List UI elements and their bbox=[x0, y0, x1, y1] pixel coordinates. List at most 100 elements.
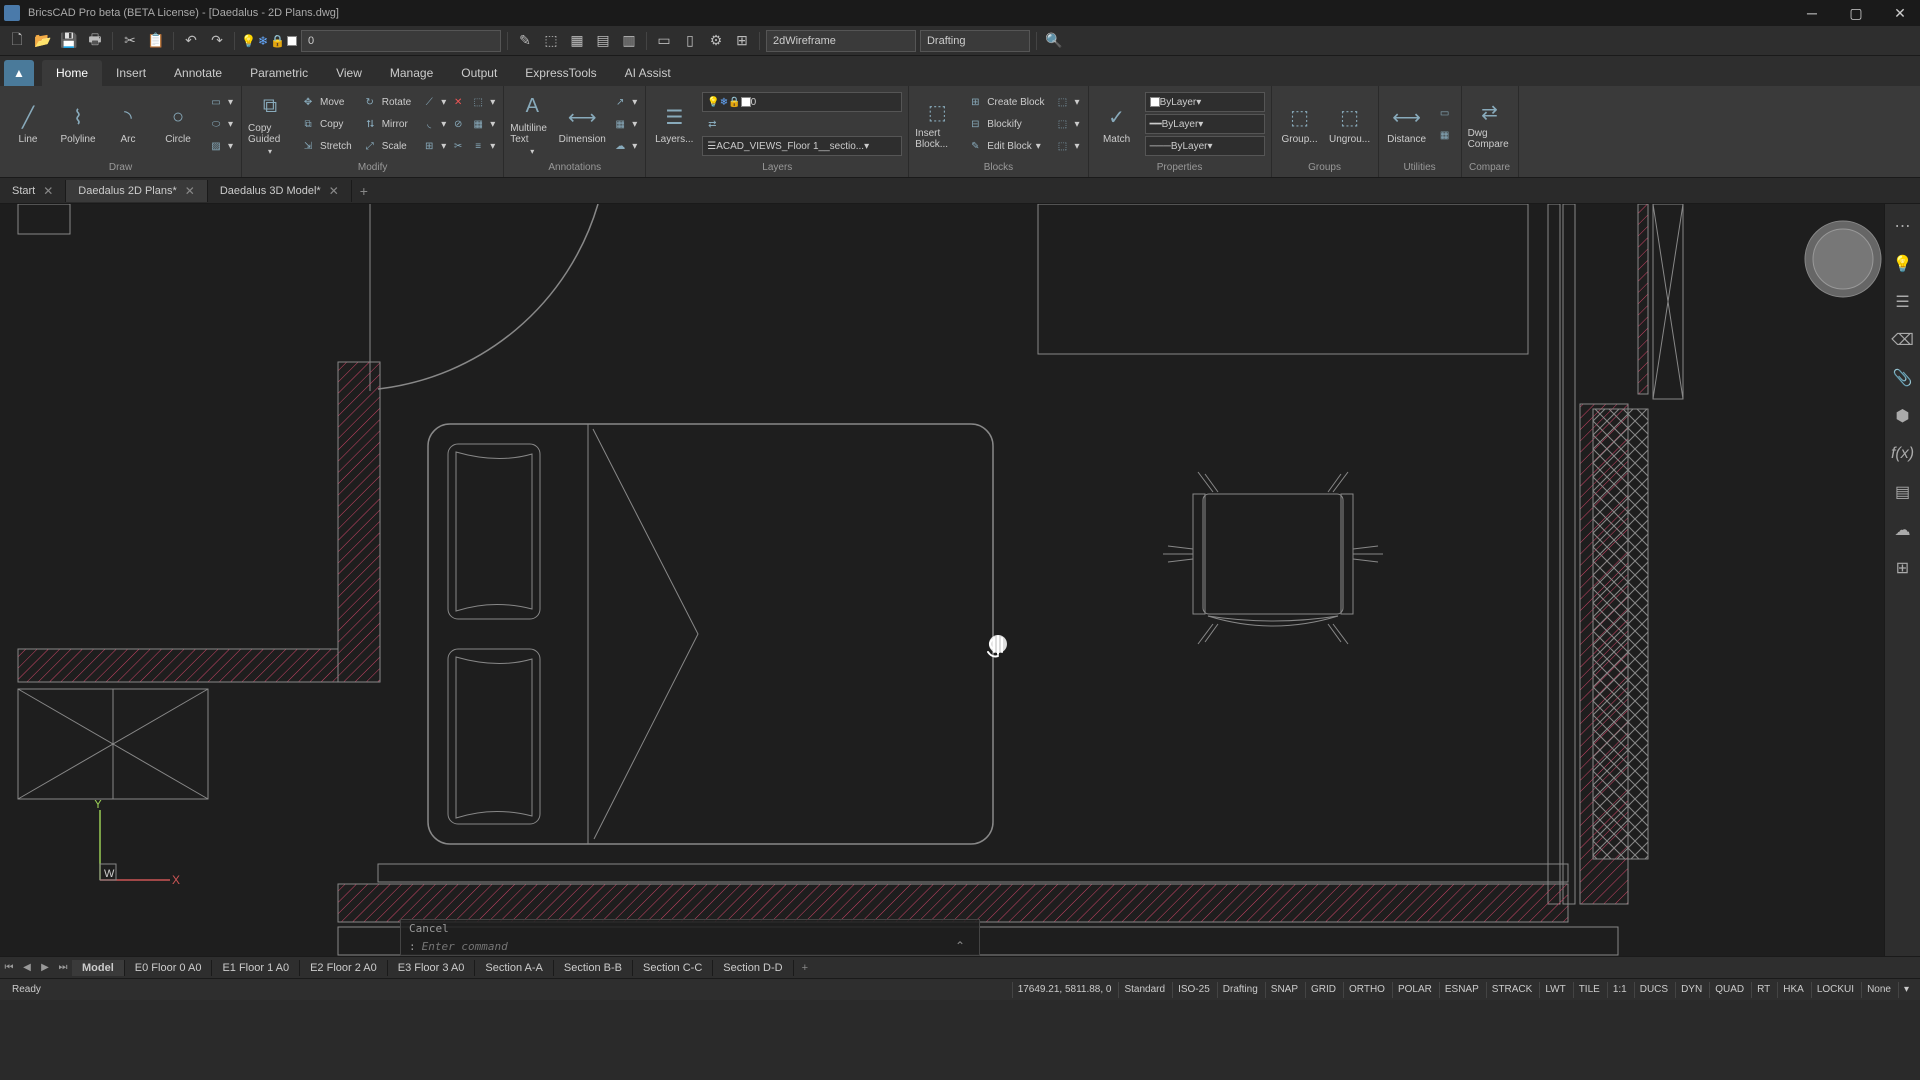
tool-icon6[interactable]: ▭ bbox=[653, 30, 675, 52]
block-extra3[interactable]: ⬚▾ bbox=[1053, 136, 1082, 156]
toggle-lwt[interactable]: LWT bbox=[1539, 982, 1570, 998]
layers-button[interactable]: ☰Layers... bbox=[652, 104, 696, 145]
layer-state-row[interactable]: 💡❄🔒 0 bbox=[702, 92, 902, 112]
hatch-button[interactable]: ▨▾ bbox=[206, 136, 235, 156]
table-button[interactable]: ▦▾ bbox=[610, 114, 639, 134]
layout-e3[interactable]: E3 Floor 3 A0 bbox=[388, 960, 476, 976]
layer-state-icons[interactable]: 💡❄🔒 bbox=[241, 34, 297, 48]
eraser-icon[interactable]: ⌫ bbox=[1891, 328, 1915, 352]
cube-icon[interactable]: ⬢ bbox=[1891, 404, 1915, 428]
layout-model[interactable]: Model bbox=[72, 960, 125, 976]
minimize-button[interactable]: ─ bbox=[1796, 3, 1828, 23]
redo-icon[interactable]: ↷ bbox=[206, 30, 228, 52]
paste-icon[interactable]: 📋 bbox=[145, 30, 167, 52]
toggle-scale[interactable]: 1:1 bbox=[1607, 982, 1632, 998]
rotate-button[interactable]: ↻Rotate bbox=[360, 92, 413, 112]
undo-icon[interactable]: ↶ bbox=[180, 30, 202, 52]
layout-e0[interactable]: E0 Floor 0 A0 bbox=[125, 960, 213, 976]
cloud-icon[interactable]: ☁ bbox=[1891, 518, 1915, 542]
lineweight-bylayer[interactable]: ━━ ByLayer ▾ bbox=[1145, 114, 1265, 134]
fx-icon[interactable]: f(x) bbox=[1891, 442, 1915, 466]
polyline-button[interactable]: ⌇Polyline bbox=[56, 104, 100, 145]
util-2[interactable]: ▦ bbox=[1435, 125, 1455, 145]
new-icon[interactable]: 🗋 bbox=[6, 30, 28, 52]
next-icon[interactable]: ▶ bbox=[36, 959, 54, 977]
create-block-button[interactable]: ⊞Create Block bbox=[965, 92, 1046, 112]
add-tab-button[interactable]: + bbox=[352, 181, 376, 201]
move-button[interactable]: ✥Move bbox=[298, 92, 354, 112]
visual-style-dropdown[interactable]: 2dWireframe bbox=[766, 30, 916, 52]
tool-icon7[interactable]: ▯ bbox=[679, 30, 701, 52]
dwg-compare-button[interactable]: ⇄Dwg Compare bbox=[1468, 98, 1512, 150]
doctab-start[interactable]: Start✕ bbox=[0, 180, 66, 202]
block-extra2[interactable]: ⬚▾ bbox=[1053, 114, 1082, 134]
tool-icon5[interactable]: ▥ bbox=[618, 30, 640, 52]
close-icon[interactable]: ✕ bbox=[185, 184, 195, 198]
toggle-hka[interactable]: HKA bbox=[1777, 982, 1809, 998]
doctab-2dplans[interactable]: Daedalus 2D Plans*✕ bbox=[66, 180, 208, 202]
tab-expresstools[interactable]: ExpressTools bbox=[511, 60, 610, 86]
prev-icon[interactable]: ◀ bbox=[18, 959, 36, 977]
toggle-quad[interactable]: QUAD bbox=[1709, 982, 1749, 998]
line-button[interactable]: ╱Line bbox=[6, 104, 50, 145]
mirror-button[interactable]: ⮁Mirror bbox=[360, 114, 413, 134]
app-menu-button[interactable]: ▲ bbox=[4, 60, 34, 86]
toggle-rt[interactable]: RT bbox=[1751, 982, 1775, 998]
toggle-dyn[interactable]: DYN bbox=[1675, 982, 1707, 998]
copy-guided-button[interactable]: ⧉Copy Guided▾ bbox=[248, 93, 292, 156]
toggle-strack[interactable]: STRACK bbox=[1486, 982, 1538, 998]
fillet-button[interactable]: ◟▾ ⊘ ▦▾ bbox=[419, 114, 497, 134]
tab-aiassist[interactable]: AI Assist bbox=[611, 60, 685, 86]
status-standard[interactable]: Standard bbox=[1118, 982, 1170, 998]
match-button[interactable]: ✓Match bbox=[1095, 104, 1139, 145]
layer-tool-row[interactable]: ⇄ bbox=[702, 114, 902, 134]
print-icon[interactable]: 🖶 bbox=[84, 30, 106, 52]
stretch-button[interactable]: ⇲Stretch bbox=[298, 136, 354, 156]
toggle-lockui[interactable]: LOCKUI bbox=[1811, 982, 1859, 998]
trim-button[interactable]: ⟋▾ ✕ ⬚▾ bbox=[419, 92, 497, 112]
close-button[interactable]: ✕ bbox=[1884, 3, 1916, 23]
layout-bb[interactable]: Section B-B bbox=[554, 960, 633, 976]
toggle-ortho[interactable]: ORTHO bbox=[1343, 982, 1390, 998]
expand-icon[interactable]: ⌃ bbox=[949, 939, 971, 953]
first-icon[interactable]: ⏮ bbox=[0, 959, 18, 977]
tab-home[interactable]: Home bbox=[42, 60, 102, 86]
blockify-button[interactable]: ⊟Blockify bbox=[965, 114, 1046, 134]
layer-dropdown[interactable]: 0 bbox=[301, 30, 501, 52]
status-menu-icon[interactable]: ▾ bbox=[1898, 982, 1914, 998]
last-icon[interactable]: ⏭ bbox=[54, 959, 72, 977]
sheet-icon[interactable]: ▤ bbox=[1891, 480, 1915, 504]
copy-button[interactable]: ⧉Copy bbox=[298, 114, 354, 134]
mtext-button[interactable]: AMultiline Text▾ bbox=[510, 93, 554, 156]
toggle-tile[interactable]: TILE bbox=[1573, 982, 1605, 998]
tab-insert[interactable]: Insert bbox=[102, 60, 160, 86]
tab-manage[interactable]: Manage bbox=[376, 60, 447, 86]
tool-icon2[interactable]: ⬚ bbox=[540, 30, 562, 52]
cut-icon[interactable]: ✂ bbox=[119, 30, 141, 52]
tab-view[interactable]: View bbox=[322, 60, 376, 86]
search-icon[interactable]: 🔍 bbox=[1043, 30, 1065, 52]
ungroup-button[interactable]: ⬚Ungrou... bbox=[1328, 104, 1372, 145]
layers-tool-icon[interactable]: ☰ bbox=[1891, 290, 1915, 314]
tab-annotate[interactable]: Annotate bbox=[160, 60, 236, 86]
toggle-esnap[interactable]: ESNAP bbox=[1439, 982, 1484, 998]
arc-button[interactable]: ◝Arc bbox=[106, 104, 150, 145]
tool-icon3[interactable]: ▦ bbox=[566, 30, 588, 52]
leader-button[interactable]: ↗▾ bbox=[610, 92, 639, 112]
tab-parametric[interactable]: Parametric bbox=[236, 60, 322, 86]
status-annot[interactable]: None bbox=[1861, 982, 1896, 998]
status-workspace[interactable]: Drafting bbox=[1217, 982, 1263, 998]
array-button[interactable]: ⊞▾ ✂ ≡▾ bbox=[419, 136, 497, 156]
workspace-dropdown[interactable]: Drafting bbox=[920, 30, 1030, 52]
toggle-ducs[interactable]: DUCS bbox=[1634, 982, 1673, 998]
layout-cc[interactable]: Section C-C bbox=[633, 960, 713, 976]
maximize-button[interactable]: ▢ bbox=[1840, 3, 1872, 23]
linetype-bylayer[interactable]: ─── ByLayer ▾ bbox=[1145, 136, 1265, 156]
cloud-button[interactable]: ☁▾ bbox=[610, 136, 639, 156]
save-icon[interactable]: 💾 bbox=[58, 30, 80, 52]
toggle-snap[interactable]: SNAP bbox=[1265, 982, 1303, 998]
tool-icon[interactable]: ✎ bbox=[514, 30, 536, 52]
command-input[interactable] bbox=[422, 940, 943, 953]
insert-block-button[interactable]: ⬚Insert Block... bbox=[915, 98, 959, 150]
distance-button[interactable]: ⟷Distance bbox=[1385, 104, 1429, 145]
